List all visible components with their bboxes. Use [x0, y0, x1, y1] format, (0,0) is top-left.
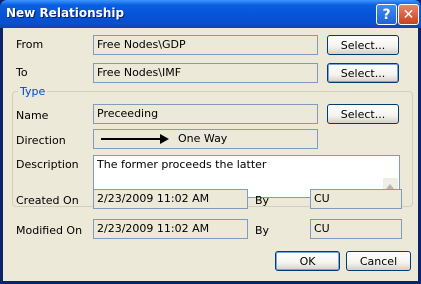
- description-value: The former proceeds the latter: [97, 158, 267, 171]
- name-field: Preceeding: [93, 104, 318, 124]
- ok-button[interactable]: OK: [275, 251, 340, 271]
- created-by-field: CU: [310, 189, 402, 209]
- modified-on-value: 2/23/2009 11:02 AM: [97, 222, 210, 235]
- created-by-value: CU: [314, 192, 330, 205]
- name-value: Preceeding: [97, 107, 159, 120]
- from-label: From: [16, 38, 44, 51]
- to-select-label: Select...: [340, 66, 386, 80]
- dialog-body: From Free Nodes\GDP Select... To Free No…: [3, 28, 418, 281]
- modified-on-label: Modified On: [16, 224, 83, 237]
- from-value: Free Nodes\GDP: [97, 38, 186, 51]
- to-value: Free Nodes\IMF: [97, 66, 182, 79]
- title-bar[interactable]: New Relationship ? ✕: [0, 0, 421, 28]
- cancel-button[interactable]: Cancel: [346, 251, 411, 271]
- to-label: To: [16, 66, 28, 79]
- type-group-legend: Type: [18, 85, 48, 98]
- close-icon: ✕: [402, 6, 415, 23]
- modified-by-value: CU: [314, 222, 330, 235]
- to-select-button[interactable]: Select...: [327, 63, 399, 83]
- modified-by-field: CU: [310, 219, 402, 239]
- name-label: Name: [16, 109, 49, 122]
- close-button[interactable]: ✕: [398, 4, 419, 25]
- name-select-label: Select...: [340, 107, 386, 121]
- to-field: Free Nodes\IMF: [93, 63, 318, 83]
- from-field: Free Nodes\GDP: [93, 35, 318, 55]
- help-button[interactable]: ?: [376, 4, 397, 25]
- direction-label: Direction: [16, 134, 66, 147]
- created-on-value: 2/23/2009 11:02 AM: [97, 192, 210, 205]
- name-select-button[interactable]: Select...: [327, 104, 399, 124]
- modified-by-label: By: [255, 224, 270, 237]
- ok-label: OK: [299, 254, 316, 268]
- created-on-label: Created On: [16, 194, 79, 207]
- dialog-window: New Relationship ? ✕ From Free Nodes\GDP…: [0, 0, 421, 284]
- direction-field[interactable]: One Way: [93, 129, 318, 149]
- direction-value: One Way: [178, 132, 228, 145]
- description-label: Description: [16, 158, 79, 171]
- created-by-label: By: [255, 194, 270, 207]
- window-title: New Relationship: [6, 6, 125, 20]
- help-icon: ?: [382, 6, 391, 23]
- from-select-button[interactable]: Select...: [327, 35, 399, 55]
- cancel-label: Cancel: [359, 254, 398, 268]
- from-select-label: Select...: [340, 38, 386, 52]
- modified-on-field: 2/23/2009 11:02 AM: [93, 219, 248, 239]
- created-on-field: 2/23/2009 11:02 AM: [93, 189, 248, 209]
